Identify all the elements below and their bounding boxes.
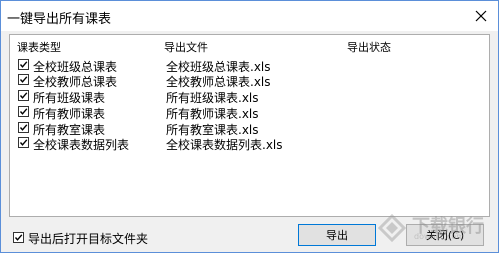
row-checkbox[interactable] bbox=[18, 74, 29, 85]
list-item[interactable]: 全校班级总课表 全校班级总课表.xls bbox=[10, 58, 489, 74]
list-item[interactable]: 所有教室课表 所有教室课表.xls bbox=[10, 121, 489, 137]
list-item[interactable]: 所有教师课表 所有教师课表.xls bbox=[10, 105, 489, 121]
checkmark-icon bbox=[19, 76, 28, 83]
close-button[interactable]: 关闭(C) bbox=[406, 224, 484, 246]
row-file: 全校教师总课表.xls bbox=[166, 75, 271, 89]
row-file: 所有教师课表.xls bbox=[166, 107, 259, 121]
row-checkbox[interactable] bbox=[18, 59, 29, 70]
row-type: 全校课表数据列表 bbox=[33, 138, 130, 152]
checkmark-icon bbox=[19, 108, 28, 115]
row-checkbox[interactable] bbox=[18, 106, 29, 117]
row-file: 所有班级课表.xls bbox=[166, 91, 259, 105]
title-bar: 一键导出所有课表 bbox=[1, 1, 498, 31]
column-header-status: 导出状态 bbox=[347, 41, 391, 54]
row-checkbox[interactable] bbox=[18, 137, 29, 148]
row-checkbox[interactable] bbox=[18, 122, 29, 133]
open-folder-checkbox[interactable] bbox=[13, 232, 24, 243]
export-list: 课表类型 导出文件 导出状态 全校班级总课表 全校班级总课表.xls 全校教师总… bbox=[9, 34, 490, 217]
list-item[interactable]: 全校课表数据列表 全校课表数据列表.xls bbox=[10, 136, 489, 152]
row-type: 全校教师总课表 bbox=[33, 75, 118, 89]
row-file: 全校课表数据列表.xls bbox=[166, 138, 283, 152]
column-header-file: 导出文件 bbox=[164, 41, 208, 54]
export-button[interactable]: 导出 bbox=[298, 224, 376, 246]
checkmark-icon bbox=[19, 139, 28, 146]
window-title: 一键导出所有课表 bbox=[7, 12, 112, 27]
checkmark-icon bbox=[19, 61, 28, 68]
close-icon bbox=[475, 10, 487, 22]
row-type: 所有班级课表 bbox=[33, 91, 106, 105]
row-checkbox[interactable] bbox=[18, 90, 29, 101]
close-window-button[interactable] bbox=[470, 6, 492, 26]
row-type: 所有教师课表 bbox=[33, 107, 106, 121]
list-header: 课表类型 导出文件 导出状态 bbox=[10, 35, 489, 54]
checkmark-icon bbox=[19, 124, 28, 131]
list-item[interactable]: 全校教师总课表 全校教师总课表.xls bbox=[10, 73, 489, 89]
checkmark-icon bbox=[19, 92, 28, 99]
checkmark-icon bbox=[14, 234, 23, 241]
list-item[interactable]: 所有班级课表 所有班级课表.xls bbox=[10, 89, 489, 105]
open-folder-label[interactable]: 导出后打开目标文件夹 bbox=[28, 230, 148, 247]
column-header-type: 课表类型 bbox=[17, 41, 61, 54]
export-dialog: 一键导出所有课表 课表类型 导出文件 导出状态 全校班级总课表 全校班级总课表.… bbox=[0, 0, 499, 253]
